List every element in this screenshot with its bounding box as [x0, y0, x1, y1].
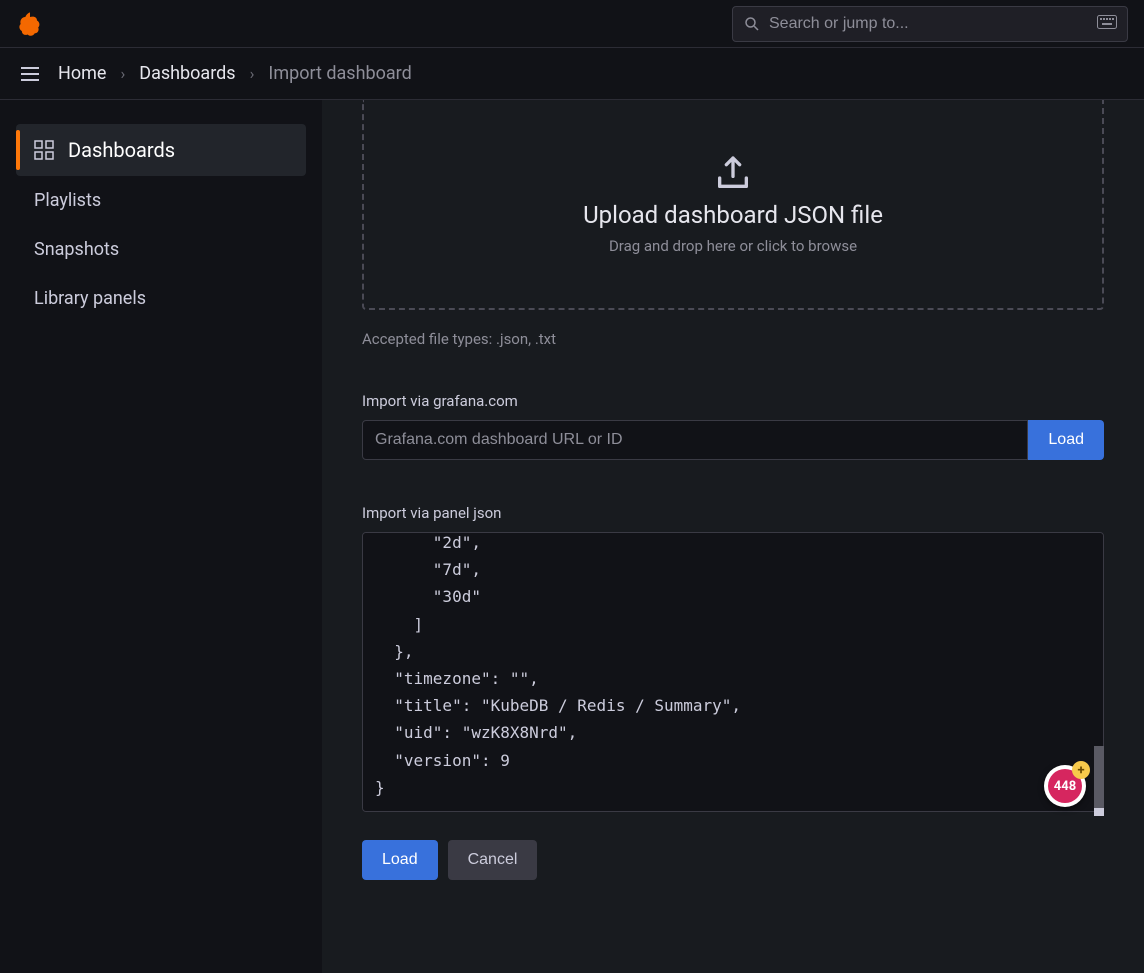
- sidebar-item-label: Playlists: [34, 190, 101, 211]
- accepted-file-types: Accepted file types: .json, .txt: [362, 330, 1104, 348]
- notification-badge[interactable]: 448 +: [1044, 765, 1086, 807]
- upload-dropzone[interactable]: Upload dashboard JSON file Drag and drop…: [362, 100, 1104, 310]
- grafana-com-label: Import via grafana.com: [362, 392, 1104, 410]
- search-icon: [743, 15, 761, 33]
- menu-toggle-icon[interactable]: [16, 60, 44, 88]
- grafana-com-load-button[interactable]: Load: [1028, 420, 1104, 460]
- grafana-com-input[interactable]: [362, 420, 1028, 460]
- panel-json-textarea[interactable]: [362, 532, 1104, 812]
- panel-json-label: Import via panel json: [362, 504, 1104, 522]
- scrollbar[interactable]: [1094, 746, 1104, 816]
- load-button[interactable]: Load: [362, 840, 438, 880]
- breadcrumb-current: Import dashboard: [268, 63, 411, 84]
- breadcrumb-dashboards[interactable]: Dashboards: [139, 63, 235, 84]
- sidebar-item-playlists[interactable]: Playlists: [16, 176, 306, 225]
- grafana-logo-icon[interactable]: [16, 10, 44, 38]
- sidebar-item-dashboards[interactable]: Dashboards: [16, 124, 306, 176]
- search-input[interactable]: [769, 15, 1083, 33]
- sidebar-item-label: Dashboards: [68, 138, 175, 162]
- chevron-right-icon: ›: [250, 64, 255, 83]
- search-box[interactable]: [732, 6, 1128, 42]
- dropzone-title: Upload dashboard JSON file: [583, 201, 883, 229]
- sidebar-item-label: Snapshots: [34, 239, 119, 260]
- sidebar-item-library-panels[interactable]: Library panels: [16, 274, 306, 323]
- breadcrumb: Home › Dashboards › Import dashboard: [0, 48, 1144, 100]
- cancel-button[interactable]: Cancel: [448, 840, 538, 880]
- chevron-right-icon: ›: [120, 64, 125, 83]
- sidebar-item-snapshots[interactable]: Snapshots: [16, 225, 306, 274]
- sidebar-item-label: Library panels: [34, 288, 146, 309]
- dashboards-icon: [34, 140, 54, 160]
- plus-icon: +: [1072, 761, 1090, 779]
- sidebar: Dashboards Playlists Snapshots Library p…: [0, 100, 322, 973]
- dropzone-subtitle: Drag and drop here or click to browse: [609, 237, 857, 255]
- upload-icon: [713, 153, 753, 193]
- keyboard-icon: [1097, 13, 1117, 34]
- breadcrumb-home[interactable]: Home: [58, 63, 106, 84]
